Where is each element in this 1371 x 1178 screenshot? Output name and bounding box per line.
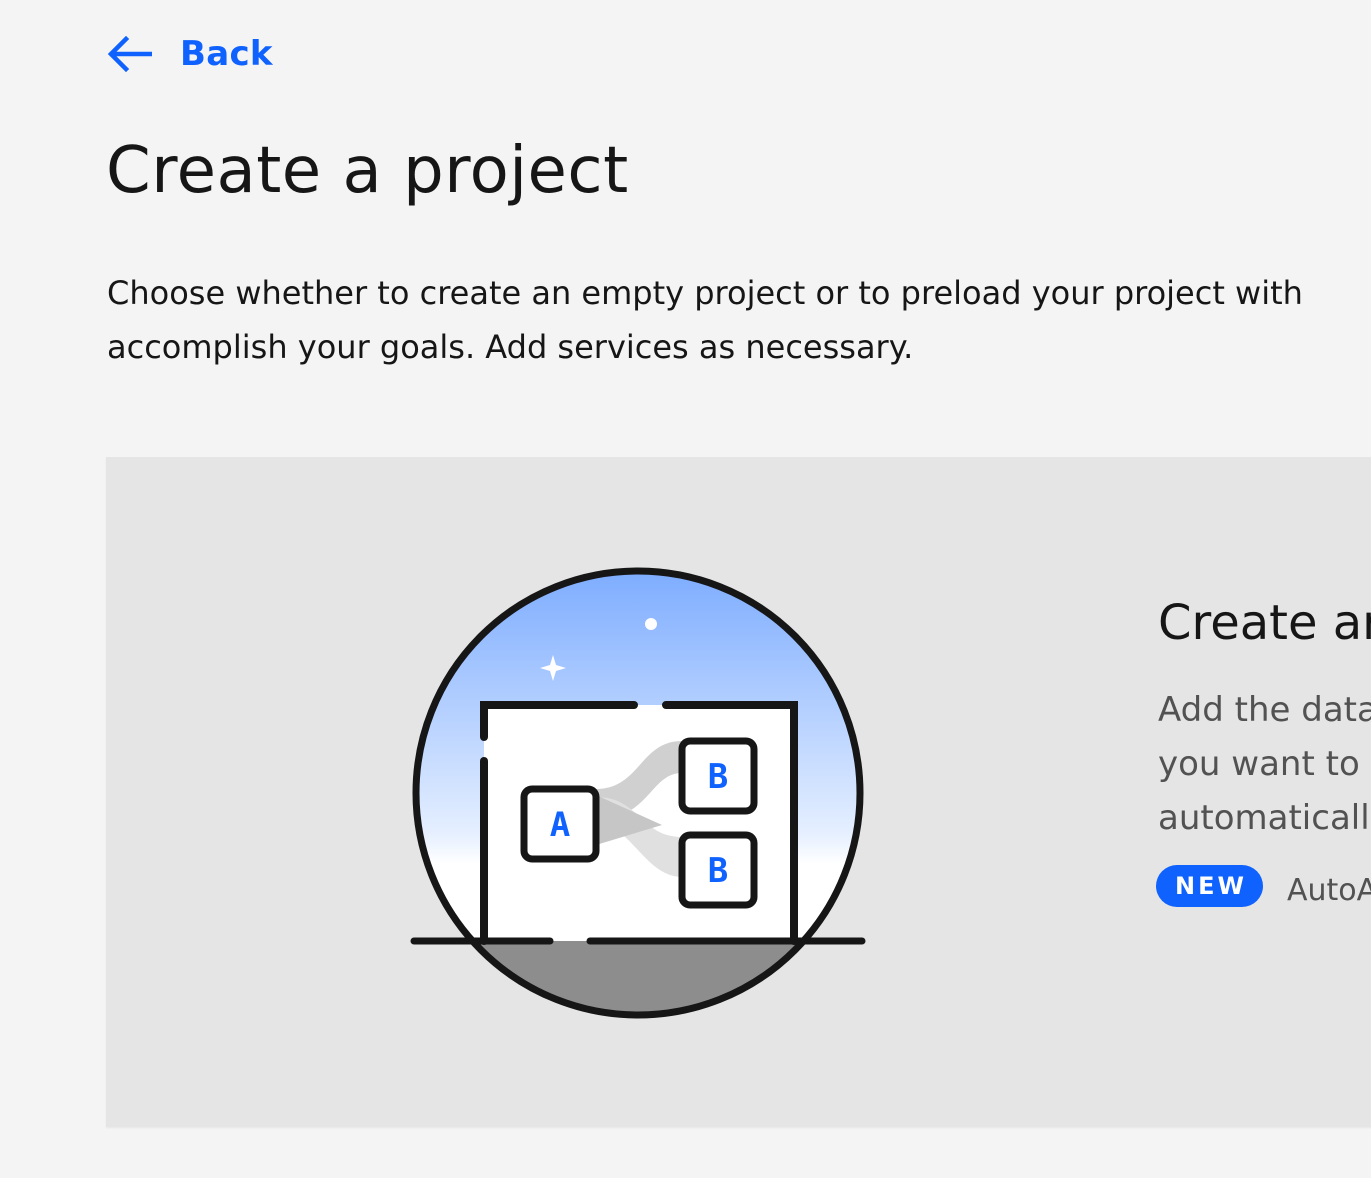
page-description-line: accomplish your goals. Add services as n… [107, 328, 914, 366]
card-tag-row: NEW AutoA [1156, 863, 1371, 908]
card-description-line: automaticall [1158, 798, 1370, 838]
star-dot-icon [645, 618, 657, 630]
project-illustration: A B B [400, 557, 870, 1031]
box-b-label: B [708, 757, 728, 797]
back-label: Back [180, 34, 273, 74]
page-description: Choose whether to create an empty projec… [107, 266, 1371, 374]
card-description-line: Add the data [1158, 690, 1371, 730]
create-project-option-card[interactable]: A B B Create ar Add the data you want to… [106, 457, 1371, 1127]
automl-illustration-graphic: A B B [410, 567, 866, 1019]
card-title: Create ar [1158, 595, 1371, 651]
box-b2-label: B [708, 851, 728, 891]
back-link[interactable]: Back [106, 28, 273, 80]
arrow-left-icon [106, 36, 152, 72]
card-description-line: you want to v [1158, 744, 1371, 784]
create-project-page: Back Create a project Choose whether to … [0, 0, 1371, 1178]
new-badge: NEW [1156, 864, 1263, 907]
card-description: Add the data you want to v automaticall [1158, 683, 1371, 845]
page-title: Create a project [106, 134, 629, 208]
box-a-label: A [550, 805, 570, 845]
tag-text: AutoA [1286, 873, 1371, 908]
page-description-line: Choose whether to create an empty projec… [107, 274, 1303, 312]
